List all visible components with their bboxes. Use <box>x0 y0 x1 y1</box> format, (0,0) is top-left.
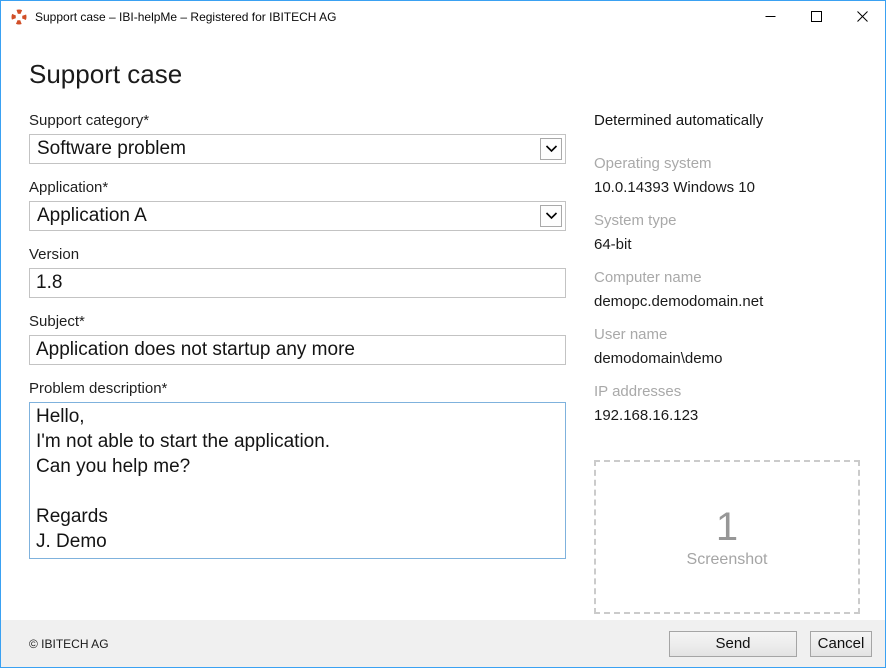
cancel-button[interactable]: Cancel <box>810 631 872 657</box>
screenshot-label: Screenshot <box>687 551 768 569</box>
chevron-down-icon <box>545 212 558 220</box>
computer-name-value: demopc.demodomain.net <box>594 293 860 310</box>
support-case-window: Support case – IBI-helpMe – Registered f… <box>0 0 886 668</box>
user-name-value: demodomain\demo <box>594 350 860 367</box>
window-controls <box>747 1 885 32</box>
version-input[interactable] <box>29 268 566 298</box>
maximize-button[interactable] <box>793 1 839 32</box>
application-label: Application* <box>29 179 566 196</box>
copyright-text: © IBITECH AG <box>29 637 109 651</box>
problem-description-label: Problem description* <box>29 380 566 397</box>
application-dropdown-button[interactable] <box>540 205 562 227</box>
application-value: Application A <box>30 205 147 227</box>
main-content: Support case Support category* Software … <box>1 32 885 620</box>
problem-description-textarea[interactable]: Hello, I'm not able to start the applica… <box>29 402 566 559</box>
title-bar: Support case – IBI-helpMe – Registered f… <box>1 1 885 32</box>
application-select[interactable]: Application A <box>29 201 566 231</box>
close-button[interactable] <box>839 1 885 32</box>
operating-system-label: Operating system <box>594 155 860 172</box>
screenshot-count: 1 <box>716 505 738 549</box>
subject-input[interactable] <box>29 335 566 365</box>
minimize-button[interactable] <box>747 1 793 32</box>
ip-addresses-label: IP addresses <box>594 383 860 400</box>
version-label: Version <box>29 246 566 263</box>
send-button[interactable]: Send <box>669 631 797 657</box>
footer-bar: © IBITECH AG Send Cancel <box>1 620 885 667</box>
minimize-icon <box>765 11 776 22</box>
user-name-label: User name <box>594 326 860 343</box>
support-category-dropdown-button[interactable] <box>540 138 562 160</box>
ip-addresses-value: 192.168.16.123 <box>594 407 860 424</box>
life-buoy-icon <box>11 9 27 25</box>
support-category-value: Software problem <box>30 138 186 160</box>
subject-label: Subject* <box>29 313 566 330</box>
system-info-panel: Determined automatically Operating syste… <box>594 97 860 620</box>
system-info-title: Determined automatically <box>594 112 860 129</box>
close-icon <box>857 11 868 22</box>
support-category-select[interactable]: Software problem <box>29 134 566 164</box>
support-form: Support category* Software problem Appli… <box>29 97 566 620</box>
maximize-icon <box>811 11 822 22</box>
footer-buttons: Send Cancel <box>669 631 872 657</box>
support-category-label: Support category* <box>29 112 566 129</box>
system-type-label: System type <box>594 212 860 229</box>
screenshot-dropzone[interactable]: 1 Screenshot <box>594 460 860 614</box>
chevron-down-icon <box>545 145 558 153</box>
computer-name-label: Computer name <box>594 269 860 286</box>
window-title: Support case – IBI-helpMe – Registered f… <box>35 10 336 24</box>
page-title: Support case <box>29 57 860 91</box>
operating-system-value: 10.0.14393 Windows 10 <box>594 179 860 196</box>
system-type-value: 64-bit <box>594 236 860 253</box>
